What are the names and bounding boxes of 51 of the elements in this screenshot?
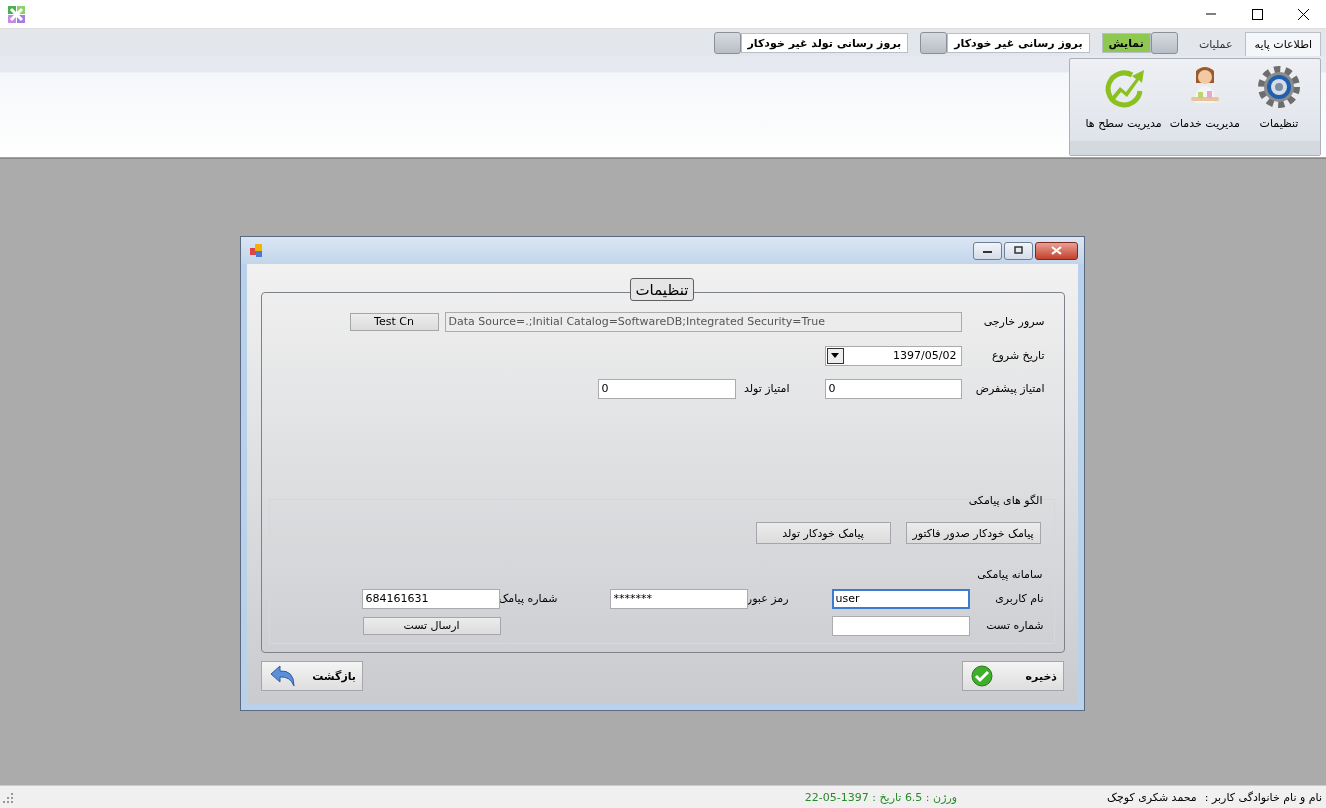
close-icon: [1051, 246, 1062, 255]
field-label: نام کاربری: [994, 592, 1044, 605]
input-field[interactable]: 0: [597, 378, 736, 399]
input-field[interactable]: 0: [824, 378, 962, 399]
test-connection-button[interactable]: Test Cn: [349, 312, 439, 331]
field-label: شماره پیامک: [499, 592, 558, 605]
sms-template-button[interactable]: پیامک خودکار صدور فاکتور: [905, 522, 1041, 544]
field-label: امتیاز پیشفرض: [974, 382, 1045, 395]
dropdown-arrow-icon: [831, 353, 839, 358]
field-label: تاریخ شروع: [990, 349, 1045, 362]
sms-template-button[interactable]: پیامک خودکار تولد: [755, 522, 891, 544]
toggle-square[interactable]: [1150, 32, 1178, 54]
back-button[interactable]: بازگشت: [261, 661, 363, 691]
user-label: نام و نام خانوادگی کاربر :: [1204, 790, 1322, 804]
ribbon-tab[interactable]: اطلاعات پایه: [1245, 32, 1321, 56]
input-field[interactable]: user: [831, 588, 970, 609]
toggle-button[interactable]: بروز رسانی غیر خودکار: [947, 33, 1090, 53]
toggle-square[interactable]: [920, 32, 948, 54]
toggle-button[interactable]: نمایش: [1101, 33, 1151, 53]
close-button[interactable]: [1035, 241, 1078, 260]
input-field[interactable]: *******: [609, 588, 748, 609]
back-arrow-icon: [270, 664, 296, 688]
input-field[interactable]: [831, 615, 970, 636]
gear-icon: [1257, 65, 1301, 109]
ribbon-button[interactable]: مدیریت سطح ها: [1081, 63, 1166, 141]
version-text: ورژن : 6.5 تاریخ : 1397-05-22: [804, 790, 958, 804]
field-label: شماره تست: [985, 619, 1044, 632]
toggle-button[interactable]: بروز رسانی تولد غیر خودکار: [740, 33, 909, 53]
ribbon-button[interactable]: مدیریت خدمات: [1165, 63, 1244, 141]
save-button[interactable]: ذخیره: [962, 661, 1064, 691]
group-title: الگو های پیامکی: [967, 494, 1044, 507]
app-icon: [250, 244, 262, 257]
group-title: سامانه پیامکی: [976, 568, 1044, 581]
close-icon: [1297, 8, 1309, 20]
ribbon-tab[interactable]: عملیات: [1189, 32, 1242, 56]
field-label: امتیاز تولد: [742, 382, 790, 395]
check-icon: [971, 665, 993, 687]
group-title: تنظیمات: [629, 278, 695, 301]
input-field[interactable]: Data Source=.;Initial Catalog=SoftwareDB;Integrated Security=True: [444, 311, 962, 332]
field-label: سرور خارجی: [982, 315, 1045, 328]
ribbon-button[interactable]: تنظیمات: [1244, 63, 1314, 141]
minimize-button[interactable]: [973, 241, 1002, 260]
app-icon: [8, 5, 25, 23]
toggle-square[interactable]: [713, 32, 741, 54]
resize-grip-icon: [3, 791, 13, 803]
user-name: محمد شکری کوچک: [1107, 790, 1197, 804]
date-picker[interactable]: 1397/05/02: [824, 345, 962, 366]
maximize-icon: [1013, 246, 1024, 255]
send-test-button[interactable]: ارسال تست: [362, 616, 501, 635]
input-field[interactable]: 684161631: [361, 588, 500, 609]
maximize-icon: [1251, 8, 1263, 20]
